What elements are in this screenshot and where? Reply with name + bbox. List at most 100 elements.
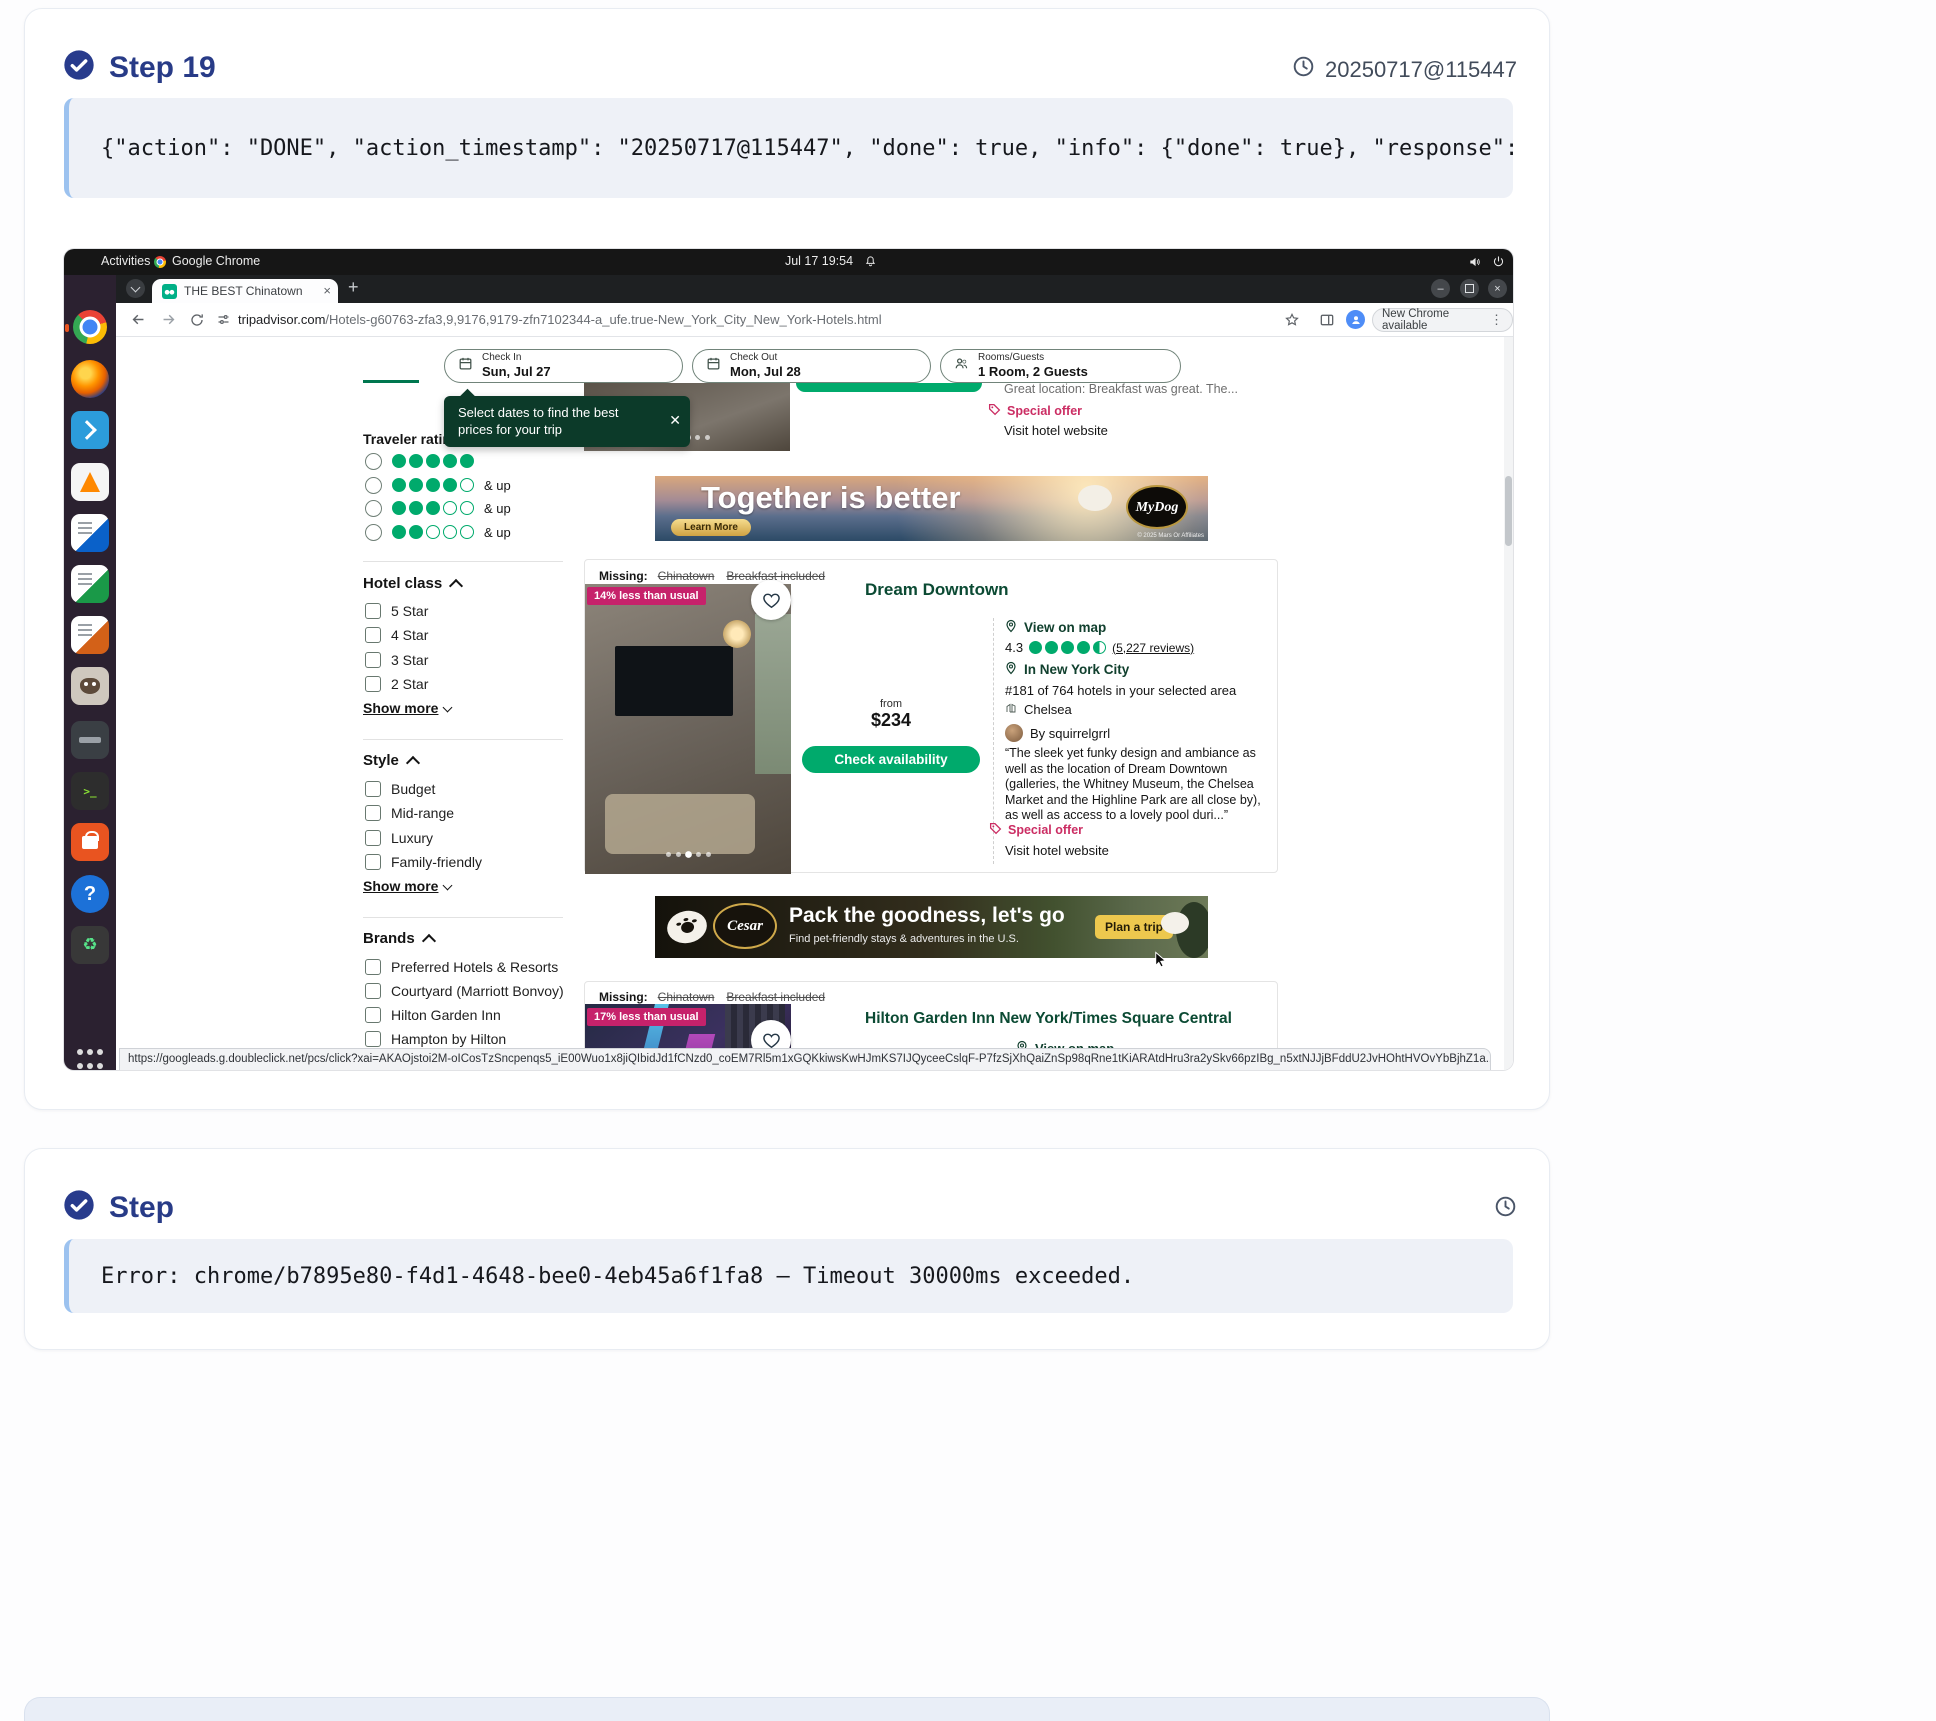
site-settings-icon[interactable] <box>216 312 231 332</box>
dock-writer-icon[interactable] <box>71 514 109 552</box>
dock-chrome-icon[interactable] <box>71 308 109 346</box>
rating-filter-3[interactable]: & up <box>365 499 511 517</box>
ad1-learn-more-button[interactable]: Learn More <box>671 519 751 536</box>
activities-button[interactable]: Activities <box>101 254 150 268</box>
checkbox[interactable] <box>365 1031 381 1047</box>
dock-terminal-icon[interactable]: >_ <box>71 772 109 810</box>
window-minimize-button[interactable]: – <box>1431 279 1450 298</box>
filter-3-star[interactable]: 3 Star <box>365 651 428 668</box>
checkin-pill[interactable]: Check InSun, Jul 27 <box>444 349 683 383</box>
app-grid-icon[interactable] <box>71 1047 109 1070</box>
calendar-icon <box>706 356 721 376</box>
rating-filter-4[interactable]: & up <box>365 476 511 494</box>
tab-search-chevron[interactable] <box>126 279 145 298</box>
dock-software-icon[interactable] <box>71 823 109 861</box>
browser-tab[interactable]: THE BEST Chinatown (N × <box>152 279 338 303</box>
radio[interactable] <box>365 477 382 494</box>
peek-check-availability-button[interactable] <box>796 383 982 392</box>
page-scrollbar[interactable] <box>1504 337 1513 1070</box>
filter-luxury[interactable]: Luxury <box>365 829 433 846</box>
filter-mid-range[interactable]: Mid-range <box>365 804 454 821</box>
checkbox[interactable] <box>365 983 381 999</box>
kebab-menu-icon[interactable]: ⋮ <box>1490 312 1503 328</box>
tooltip-close-icon[interactable]: ✕ <box>669 412 681 429</box>
dock-impress-icon[interactable] <box>71 616 109 654</box>
desktop-screenshot: Activities Google Chrome Jul 17 19:54 >_… <box>64 249 1513 1070</box>
action-json-text: {"action": "DONE", "action_timestamp": "… <box>69 136 1513 161</box>
new-tab-button[interactable]: + <box>348 277 359 298</box>
hotel-name[interactable]: Hilton Garden Inn New York/Times Square … <box>865 1010 1285 1028</box>
speaker-icon[interactable] <box>1468 255 1482 272</box>
checkbox[interactable] <box>365 1007 381 1023</box>
style-heading[interactable]: Style <box>363 752 418 769</box>
checkbox[interactable] <box>365 830 381 846</box>
reviewer-avatar <box>1005 724 1023 742</box>
dock-files-icon[interactable] <box>71 721 109 759</box>
window-maximize-button[interactable] <box>1460 279 1479 298</box>
dock-vlc-icon[interactable] <box>71 463 109 501</box>
checkbox[interactable] <box>365 805 381 821</box>
dock-gimp-icon[interactable] <box>71 667 109 705</box>
rating-filter-5[interactable] <box>365 452 484 470</box>
checkbox[interactable] <box>365 652 381 668</box>
reload-icon[interactable] <box>189 312 205 333</box>
step-header: Step 19 <box>63 49 216 86</box>
window-close-button[interactable]: × <box>1488 279 1507 298</box>
style-show-more[interactable]: Show more <box>363 878 451 894</box>
cesar-ad-banner[interactable]: Cesar Pack the goodness, let's go Find p… <box>655 896 1208 958</box>
ad1-legal: © 2025 Mars Or Affiliates <box>1137 533 1204 539</box>
power-icon[interactable] <box>1492 255 1505 271</box>
hotel-photo[interactable] <box>585 584 791 874</box>
filter-budget[interactable]: Budget <box>365 780 435 797</box>
checkbox[interactable] <box>365 676 381 692</box>
rating-filter-2[interactable]: & up <box>365 523 511 541</box>
checkout-pill[interactable]: Check OutMon, Jul 28 <box>692 349 931 383</box>
filter-hampton[interactable]: Hampton by Hilton <box>365 1030 506 1047</box>
filter-5-star[interactable]: 5 Star <box>365 602 428 619</box>
brands-heading[interactable]: Brands <box>363 930 434 947</box>
bell-icon <box>864 255 877 271</box>
hotel-class-show-more[interactable]: Show more <box>363 700 451 716</box>
chevron-up-icon <box>406 756 420 770</box>
checkbox[interactable] <box>365 959 381 975</box>
checkbox[interactable] <box>365 781 381 797</box>
bookmark-star-icon[interactable] <box>1284 312 1300 333</box>
rooms-guests-pill[interactable]: Rooms/Guests1 Room, 2 Guests <box>940 349 1181 383</box>
save-heart-button[interactable] <box>751 580 791 620</box>
filter-2-star[interactable]: 2 Star <box>365 675 428 692</box>
checkbox[interactable] <box>365 627 381 643</box>
profile-avatar[interactable] <box>1346 310 1365 329</box>
back-icon[interactable] <box>130 311 147 333</box>
tab-close-icon[interactable]: × <box>323 283 331 298</box>
visit-hotel-website-link[interactable]: Visit hotel website <box>1005 843 1109 858</box>
scrollbar-thumb[interactable] <box>1505 476 1512 546</box>
radio[interactable] <box>365 500 382 517</box>
carousel-dots[interactable] <box>585 852 791 857</box>
checkbox[interactable] <box>365 854 381 870</box>
check-availability-button[interactable]: Check availability <box>802 746 980 773</box>
view-on-map-link[interactable]: View on map <box>1005 619 1106 636</box>
forward-icon[interactable] <box>160 311 177 333</box>
side-panel-icon[interactable] <box>1319 312 1335 333</box>
hotel-name[interactable]: Dream Downtown <box>865 580 1009 600</box>
update-chrome-chip[interactable]: New Chrome available⋮ <box>1372 308 1513 332</box>
dock-firefox-icon[interactable] <box>71 360 109 398</box>
dock-calc-icon[interactable] <box>71 565 109 603</box>
missing-row: Missing:ChinatownBreakfast included <box>599 567 837 585</box>
filter-courtyard[interactable]: Courtyard (Marriott Bonvoy) <box>365 982 564 999</box>
reviews-link[interactable]: (5,227 reviews) <box>1112 641 1194 655</box>
mydog-ad-banner[interactable]: Together is better Learn More MyDog © 20… <box>655 476 1208 541</box>
radio[interactable] <box>365 524 382 541</box>
peek-visit-link[interactable]: Visit hotel website <box>1004 423 1108 438</box>
filter-preferred-hotels[interactable]: Preferred Hotels & Resorts <box>365 958 558 975</box>
dock-help-icon[interactable]: ? <box>71 875 109 913</box>
filter-family-friendly[interactable]: Family-friendly <box>365 853 482 870</box>
address-bar[interactable]: tripadvisor.com/Hotels-g60763-zfa3,9,917… <box>238 312 1238 327</box>
filter-hilton-garden-inn[interactable]: Hilton Garden Inn <box>365 1006 501 1023</box>
dock-recycle-icon[interactable]: ♻ <box>71 926 109 964</box>
radio[interactable] <box>365 453 382 470</box>
filter-4-star[interactable]: 4 Star <box>365 626 428 643</box>
dock-vscode-icon[interactable] <box>71 411 109 449</box>
checkbox[interactable] <box>365 603 381 619</box>
hotel-class-heading[interactable]: Hotel class <box>363 575 461 592</box>
